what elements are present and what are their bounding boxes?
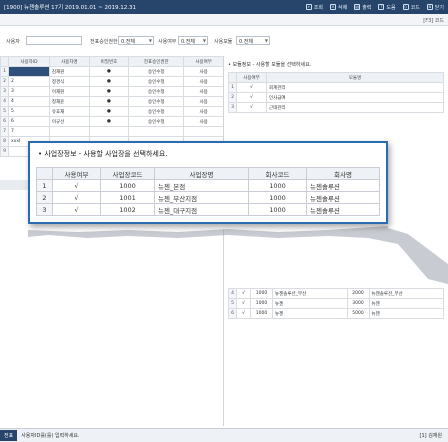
table-row[interactable]: 2 2 정경식 ● 승인수정 사용: [0, 76, 223, 87]
col-biz-name[interactable]: 사업장명: [154, 167, 249, 180]
col-module-name[interactable]: 모듈명: [266, 72, 444, 83]
close-button[interactable]: ⊗ 닫기: [426, 4, 444, 11]
col-user-id[interactable]: 사용자ID: [8, 56, 50, 67]
delete-button[interactable]: × 삭제: [329, 4, 347, 11]
permission-select[interactable]: 0.전체 ▼: [118, 36, 154, 45]
status-bar: 전표 사용자ID를(를) 입력하세요. [1] 김재원: [0, 428, 448, 442]
status-message: 사용자ID를(를) 입력하세요.: [21, 433, 80, 439]
usage-select[interactable]: 0.전체 ▼: [178, 36, 208, 45]
table-row[interactable]: 2 √ 1001 뉴젠_부산지점 1000 뉴젠솔루션: [36, 191, 380, 204]
col-biz-code[interactable]: 사업장코드: [100, 167, 155, 180]
table-row[interactable]: 77: [0, 126, 223, 137]
close-icon: ⊗: [426, 4, 433, 10]
checkmark[interactable]: √: [52, 191, 101, 204]
mode-badge: 전표: [0, 430, 18, 441]
print-button[interactable]: ▤ 출력: [354, 4, 371, 11]
chevron-down-icon: ▼: [148, 38, 152, 43]
chevron-down-icon: ▼: [264, 38, 268, 43]
business-place-callout: • 사업장정보 - 사용할 사업장을 선택하세요. 사용여부 사업장코드 사업장…: [28, 141, 388, 224]
checkmark[interactable]: √: [52, 179, 101, 192]
user-input[interactable]: [26, 36, 82, 45]
sub-toolbar: [F3] 코드: [0, 14, 448, 26]
print-icon: ▤: [354, 4, 361, 10]
table-row[interactable]: 3 √ 1002 뉴젠_대구지점 1000 뉴젠솔루션: [36, 203, 380, 216]
module-grid: 사용여부 모듈명 1 √ 회계관리 2 √ 인사급여 3 √ 근태관리: [228, 72, 444, 113]
checkmark[interactable]: √: [236, 102, 267, 113]
business-panel-title: • 사업장정보 - 사용할 사업장을 선택하세요.: [38, 150, 168, 158]
search-button[interactable]: ⌕ 조회: [305, 4, 323, 11]
table-row[interactable]: 3 √ 근태관리: [228, 102, 444, 113]
col-usage[interactable]: 사용여부: [183, 56, 223, 67]
business-grid: 사용여부 사업장코드 사업장명 회사코드 회사명 1 √ 1000 뉴젠_본점 1000…: [36, 167, 380, 216]
module-label: 사용모듈: [214, 39, 233, 45]
code-shortcut[interactable]: [F3] 코드: [423, 17, 444, 24]
checkmark[interactable]: √: [236, 92, 267, 103]
col-company-code[interactable]: 회사코드: [248, 167, 307, 180]
user-id-cell[interactable]: [8, 66, 50, 77]
col-module-usage[interactable]: 사용여부: [236, 72, 267, 83]
col-biz-usage[interactable]: 사용여부: [52, 167, 101, 180]
code-icon: ◇: [402, 4, 409, 10]
col-password[interactable]: 비밀번호: [88, 56, 130, 67]
table-row[interactable]: 4 4 정재윤 ● 승인수정 사용: [0, 96, 223, 107]
table-row[interactable]: 2 √ 인사급여: [228, 92, 444, 103]
help-icon: ?: [378, 4, 385, 10]
table-row[interactable]: 3 3 이재원 ● 승인수정 사용: [0, 86, 223, 97]
code-button[interactable]: ◇ 코드: [402, 4, 420, 11]
user-label: 사용자: [6, 39, 20, 45]
table-row[interactable]: 1 √ 회계관리: [228, 82, 444, 93]
col-permission[interactable]: 전표승인권한: [128, 56, 185, 67]
col-user-name[interactable]: 사용자명: [48, 56, 90, 67]
module-select[interactable]: 0.전체 ▼: [236, 36, 270, 45]
torn-edge-decoration: [28, 224, 448, 284]
table-row[interactable]: 1 김재원 ● 승인수정 사용: [0, 66, 223, 77]
module-panel-title: • 모듈정보 - 사용할 모듈을 선택하세요.: [228, 62, 312, 68]
search-icon: ⌕: [305, 4, 312, 10]
business-grid-lower: 4 √ 1000 뉴젠솔루션_부산 2000 뉴젠솔루션_부산 5 √ 1000 뉴젠 3000 뉴…: [228, 288, 444, 319]
col-company-name[interactable]: 회사명: [306, 167, 380, 180]
help-button[interactable]: ? 도움: [378, 4, 396, 11]
table-row[interactable]: 6 6 이규선 ● 승인수정 사용: [0, 116, 223, 127]
chevron-down-icon: ▼: [202, 38, 206, 43]
title-bar: [1900] 뉴젠솔루션 17기 2019.01.01 ~ 2019.12.31…: [0, 0, 448, 14]
filter-row: 사용자 전표승인권한 0.전체 ▼ 사용여부 0.전체 ▼ 사용모듈 0.전체 ▼: [0, 32, 448, 50]
window-title: [1900] 뉴젠솔루션 17기 2019.01.01 ~ 2019.12.31: [4, 5, 136, 11]
current-user: [1] 김재원: [419, 433, 442, 439]
usage-label: 사용여부: [158, 39, 177, 45]
table-row[interactable]: 6 √ 1000 뉴젠 5000 뉴젠: [228, 308, 444, 319]
table-row[interactable]: 4 √ 1000 뉴젠솔루션_부산 2000 뉴젠솔루션_부산: [228, 288, 444, 299]
checkmark[interactable]: √: [236, 82, 267, 93]
table-row[interactable]: 5 5 유효재 ● 승인수정 사용: [0, 106, 223, 117]
checkmark[interactable]: √: [52, 203, 101, 216]
delete-icon: ×: [329, 4, 336, 10]
permission-label: 전표승인권한: [90, 39, 118, 45]
table-row[interactable]: 5 √ 1000 뉴젠 3000 뉴젠: [228, 298, 444, 309]
table-row[interactable]: 1 √ 1000 뉴젠_본점 1000 뉴젠솔루션: [36, 179, 380, 192]
